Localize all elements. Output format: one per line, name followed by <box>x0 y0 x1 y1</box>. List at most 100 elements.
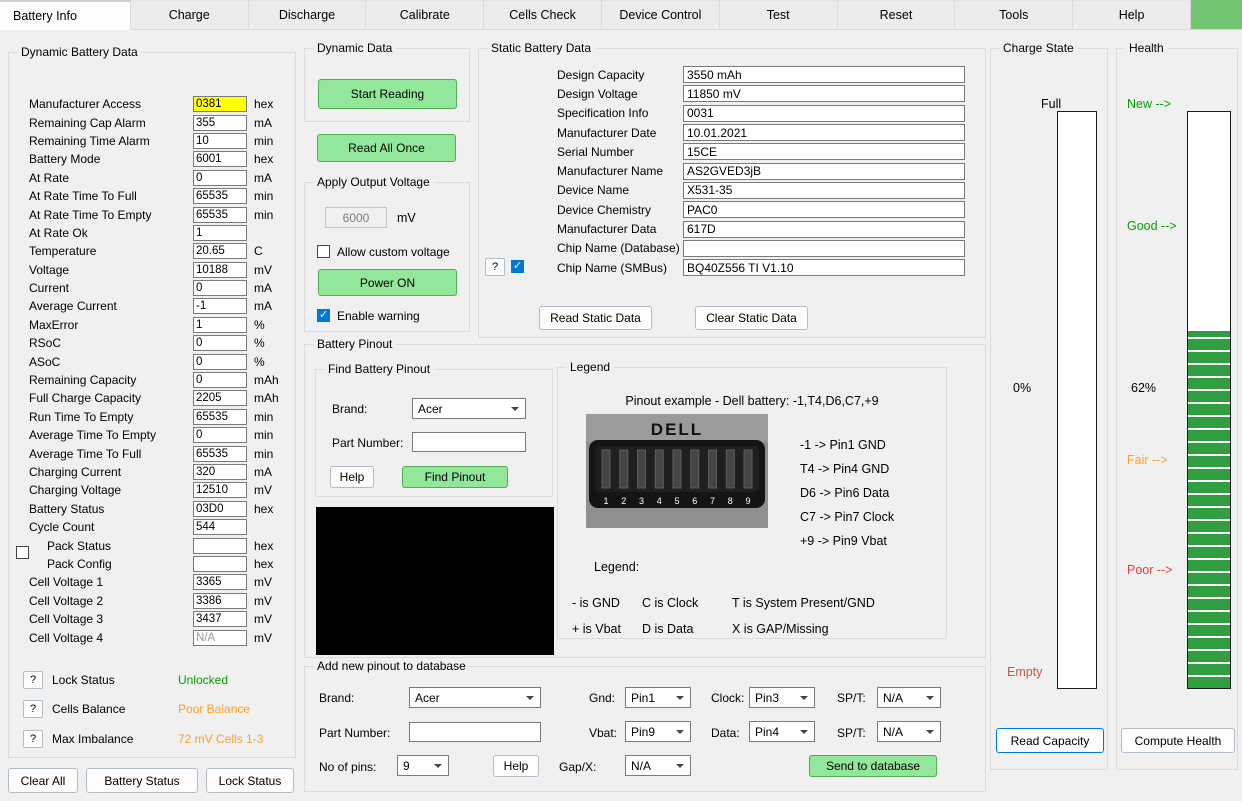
field-input[interactable] <box>193 427 247 444</box>
field-input[interactable] <box>193 611 247 628</box>
field-input[interactable] <box>683 66 965 84</box>
read-static-data-button[interactable]: Read Static Data <box>539 306 652 330</box>
health-group: Health New --> Good --> 62% Fair --> Poo… <box>1116 41 1238 770</box>
tab-battery-info[interactable]: Battery Info <box>0 0 131 30</box>
field-input[interactable] <box>193 555 247 572</box>
no-of-pins-dropdown[interactable]: 9 <box>397 755 449 776</box>
spt1-dropdown[interactable]: N/A <box>877 687 941 708</box>
read-capacity-button[interactable]: Read Capacity <box>996 728 1104 753</box>
tab-test[interactable]: Test <box>719 0 838 30</box>
field-input[interactable] <box>683 124 965 142</box>
field-input[interactable] <box>193 500 247 517</box>
field-label: Manufacturer Date <box>557 125 657 140</box>
field-input[interactable] <box>193 353 247 370</box>
allow-custom-voltage-checkbox[interactable] <box>317 245 330 258</box>
help-button[interactable]: ? <box>23 700 43 719</box>
field-unit: min <box>254 428 274 443</box>
field-input[interactable] <box>193 151 247 168</box>
field-input[interactable] <box>193 188 247 205</box>
brand-dropdown[interactable]: Acer <box>409 687 541 708</box>
start-reading-button[interactable]: Start Reading <box>318 79 457 109</box>
lock-status-button[interactable]: Lock Status <box>206 768 294 793</box>
legend-key-row: + is Vbat D is Data X is GAP/Missing <box>572 622 940 648</box>
brand-dropdown[interactable]: Acer <box>412 398 526 419</box>
field-input[interactable] <box>193 335 247 352</box>
svg-text:4: 4 <box>657 496 662 506</box>
help-button[interactable]: ? <box>23 729 43 748</box>
chip-name-smbus-checkbox[interactable] <box>511 259 524 273</box>
field-input[interactable] <box>193 169 247 186</box>
field-input[interactable] <box>193 224 247 241</box>
part-number-input[interactable] <box>412 432 526 452</box>
field-input[interactable] <box>193 316 247 333</box>
field-input[interactable] <box>193 592 247 609</box>
data-dropdown[interactable]: Pin4 <box>749 721 815 742</box>
clock-label: Clock: <box>711 691 745 705</box>
send-to-database-button[interactable]: Send to database <box>809 755 937 777</box>
battery-status-button[interactable]: Battery Status <box>86 768 198 793</box>
field-input[interactable] <box>683 220 965 238</box>
field-input[interactable] <box>683 201 965 219</box>
dynamic-data-row: Charging Voltage mV <box>9 481 295 499</box>
compute-health-button[interactable]: Compute Health <box>1121 728 1235 753</box>
help-button[interactable]: ? <box>485 257 505 276</box>
clear-static-data-button[interactable]: Clear Static Data <box>695 306 808 330</box>
field-input[interactable] <box>193 114 247 131</box>
group-title: Charge State <box>999 41 1078 55</box>
dynamic-data-row: Cell Voltage 2 mV <box>9 592 295 610</box>
field-input[interactable] <box>683 259 965 277</box>
field-label: Design Capacity <box>557 67 645 82</box>
field-input[interactable] <box>683 104 965 122</box>
field-input[interactable] <box>193 206 247 223</box>
field-input[interactable] <box>193 519 247 536</box>
svg-text:5: 5 <box>674 496 679 506</box>
help-button[interactable]: ? <box>23 670 43 689</box>
tab-device-control[interactable]: Device Control <box>601 0 720 30</box>
field-input[interactable] <box>193 372 247 389</box>
tab-reset[interactable]: Reset <box>837 0 956 30</box>
tab-help[interactable]: Help <box>1073 0 1191 30</box>
dynamic-data-row: Cycle Count <box>9 518 295 536</box>
tab-discharge[interactable]: Discharge <box>248 0 367 30</box>
field-unit: mV <box>254 630 272 645</box>
power-on-button[interactable]: Power ON <box>318 269 457 296</box>
read-all-once-button[interactable]: Read All Once <box>317 134 456 162</box>
gnd-dropdown[interactable]: Pin1 <box>625 687 691 708</box>
field-input[interactable] <box>193 408 247 425</box>
field-input[interactable] <box>193 464 247 480</box>
field-input[interactable] <box>193 298 247 315</box>
field-input[interactable] <box>193 574 247 591</box>
legend-group: Legend Pinout example - Dell battery: -1… <box>557 360 947 639</box>
field-input[interactable] <box>193 390 247 407</box>
field-input[interactable] <box>193 243 247 260</box>
dynamic-rows: Manufacturer AccesshexRemaining Cap Alar… <box>9 95 295 647</box>
gap-dropdown[interactable]: N/A <box>625 755 691 776</box>
field-input[interactable] <box>683 143 965 161</box>
field-input[interactable] <box>683 85 965 103</box>
tab-charge[interactable]: Charge <box>130 0 249 30</box>
find-pinout-button[interactable]: Find Pinout <box>402 466 508 488</box>
clear-all-button[interactable]: Clear All <box>8 768 78 793</box>
field-input[interactable] <box>193 445 247 462</box>
field-input[interactable] <box>193 280 247 297</box>
enable-warning-checkbox[interactable] <box>317 309 330 322</box>
legend-key-item: - is GND <box>572 596 620 610</box>
find-help-button[interactable]: Help <box>330 466 374 488</box>
field-input[interactable] <box>193 132 247 149</box>
field-input[interactable] <box>193 629 247 646</box>
field-input[interactable] <box>683 181 965 199</box>
field-input[interactable] <box>193 261 247 278</box>
vbat-dropdown[interactable]: Pin9 <box>625 721 691 742</box>
add-help-button[interactable]: Help <box>493 755 539 777</box>
clock-dropdown[interactable]: Pin3 <box>749 687 815 708</box>
spt2-dropdown[interactable]: N/A <box>877 721 941 742</box>
field-input[interactable] <box>193 482 247 499</box>
field-input[interactable] <box>683 162 965 180</box>
tab-cells-check[interactable]: Cells Check <box>484 0 602 30</box>
field-input[interactable] <box>193 96 247 113</box>
field-input[interactable] <box>193 537 247 554</box>
tab-tools[interactable]: Tools <box>955 0 1074 30</box>
tab-calibrate[interactable]: Calibrate <box>366 0 485 30</box>
part-number-input[interactable] <box>409 722 541 742</box>
field-input[interactable] <box>683 239 965 257</box>
